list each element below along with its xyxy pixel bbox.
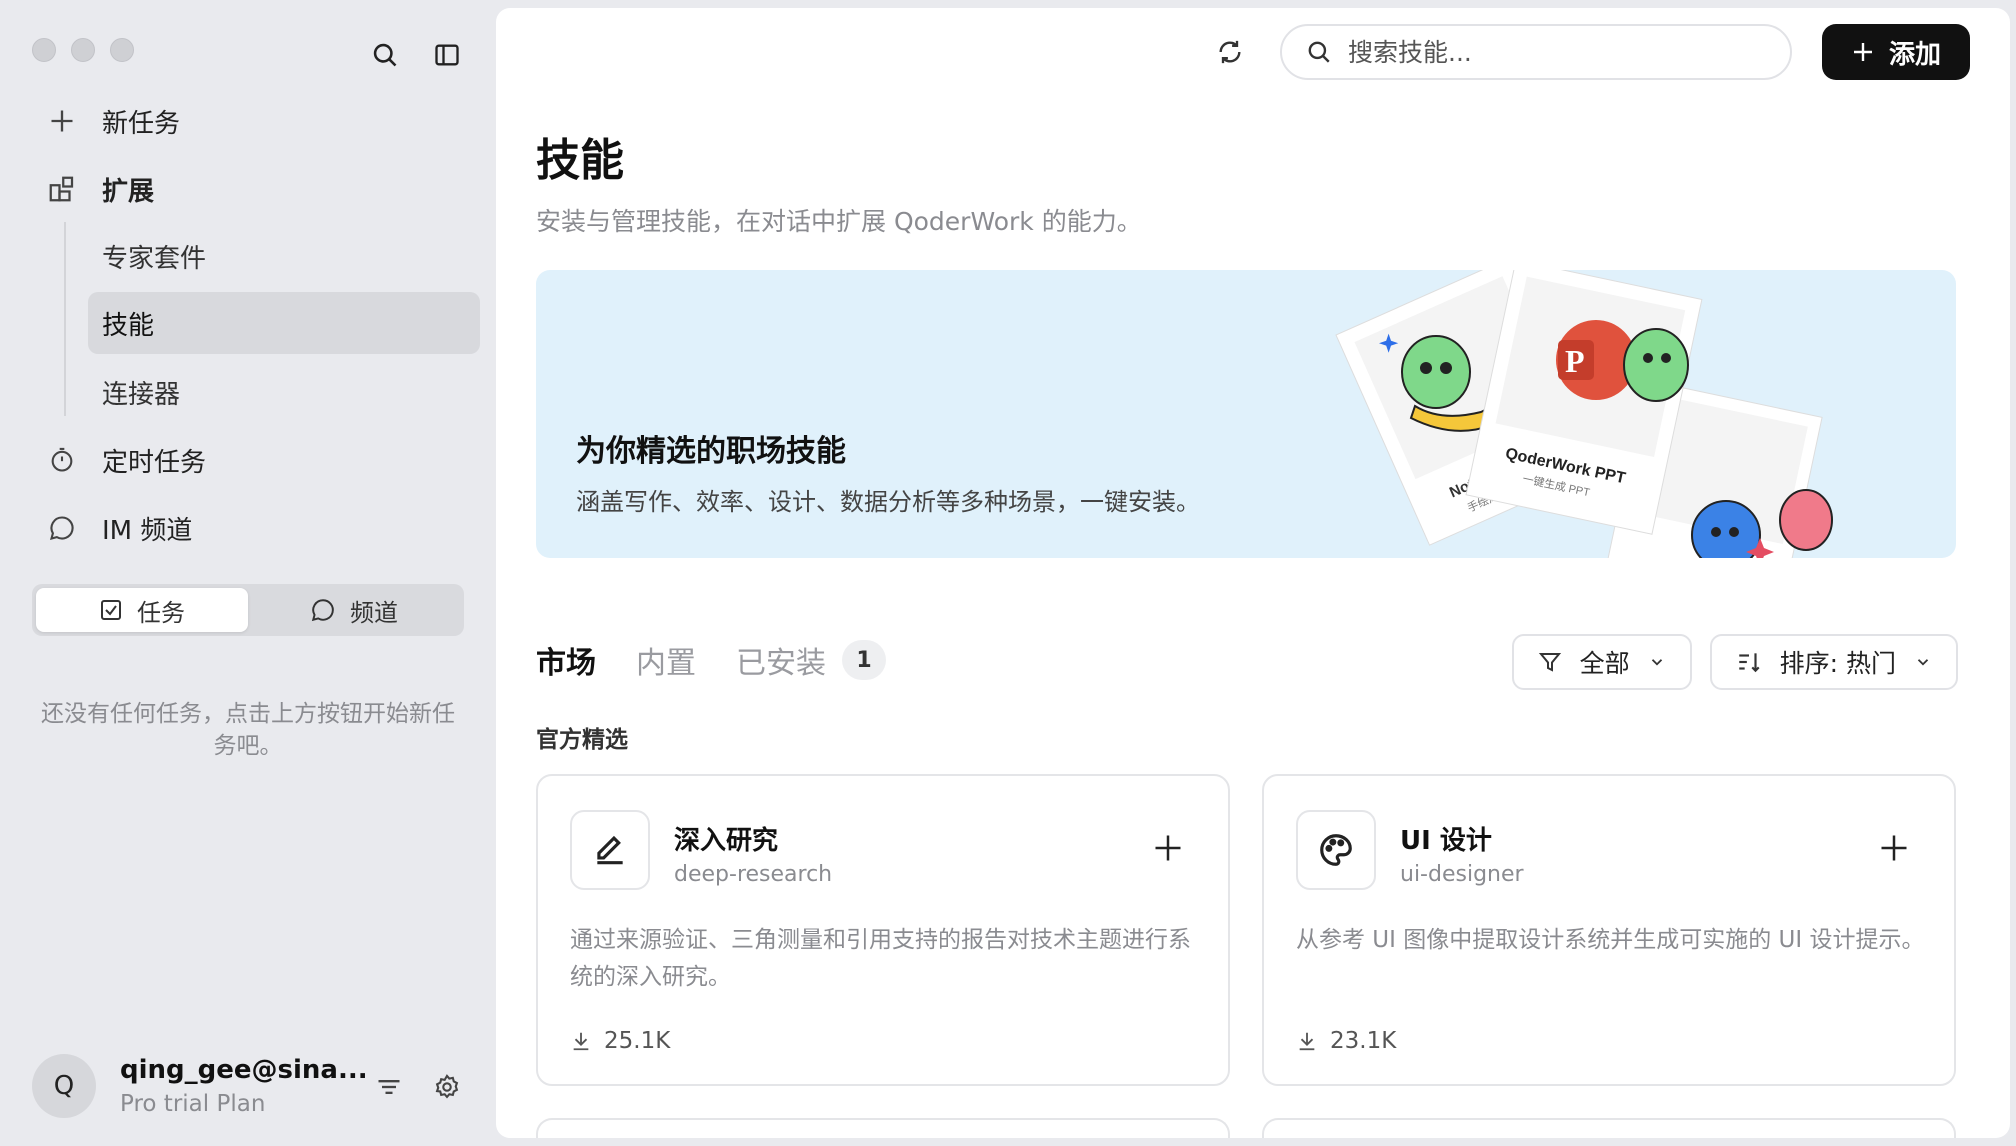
stopwatch-icon bbox=[44, 442, 80, 478]
install-skill-button[interactable] bbox=[1874, 828, 1914, 868]
avatar: Q bbox=[32, 1054, 96, 1118]
sort-label: 排序: 热门 bbox=[1779, 649, 1896, 678]
skill-slug: ui-designer bbox=[1400, 862, 1524, 887]
filter-lines-icon[interactable] bbox=[372, 1070, 406, 1104]
add-skill-label: 添加 bbox=[1888, 39, 1941, 70]
category-filter-dropdown[interactable]: 全部 bbox=[1511, 634, 1692, 690]
extensions-icon bbox=[44, 171, 80, 207]
skill-card-ui-designer[interactable]: UI 设计 ui-designer 从参考 UI 图像中提取设计系统并生成可实施… bbox=[1262, 774, 1956, 1086]
install-skill-button[interactable] bbox=[1148, 828, 1188, 868]
nav-scheduled[interactable]: 定时任务 bbox=[44, 431, 206, 489]
tab-builtin[interactable]: 内置 bbox=[636, 638, 696, 682]
skill-card-deep-research[interactable]: 深入研究 deep-research 通过来源验证、三角测量和引用支持的报告对技… bbox=[536, 774, 1230, 1086]
skill-description: 从参考 UI 图像中提取设计系统并生成可实施的 UI 设计提示。 bbox=[1296, 927, 1925, 953]
download-icon bbox=[573, 1032, 589, 1051]
top-bar: 添加 bbox=[1210, 24, 1970, 80]
empty-tasks-text: 还没有任何任务，点击上方按钮开始新任务吧。 bbox=[41, 701, 455, 759]
download-count: 23.1K bbox=[1296, 1028, 1396, 1054]
segment-channels[interactable]: 频道 bbox=[248, 588, 460, 632]
tab-market[interactable]: 市场 bbox=[536, 638, 596, 682]
sub-item-expert-kits[interactable]: 专家套件 bbox=[88, 225, 480, 287]
chevron-down-icon bbox=[1651, 659, 1662, 666]
download-count-value: 23.1K bbox=[1330, 1028, 1397, 1054]
skill-card-partial[interactable] bbox=[1262, 1118, 1956, 1138]
sort-icon bbox=[1738, 653, 1760, 673]
sub-item-skills[interactable]: 技能 bbox=[88, 292, 480, 354]
nav-scheduled-label: 定时任务 bbox=[102, 447, 207, 478]
featured-banner[interactable]: 为你精选的职场技能 涵盖写作、效率、设计、数据分析等多种场景，一键安装。 Not… bbox=[536, 270, 1956, 558]
main-panel: 添加 技能 安装与管理技能，在对话中扩展 QoderWork 的能力。 为你精选… bbox=[496, 8, 2010, 1138]
skill-tabs: 市场 内置 已安装 1 bbox=[536, 638, 886, 682]
sort-dropdown[interactable]: 排序: 热门 bbox=[1709, 634, 1958, 690]
search-icon bbox=[1308, 41, 1330, 63]
filter-controls: 全部 排序: 热门 bbox=[1511, 634, 1958, 690]
gear-icon[interactable] bbox=[430, 1070, 464, 1104]
search-icon[interactable] bbox=[368, 38, 402, 72]
nav-new-task-label: 新任务 bbox=[102, 108, 181, 139]
sub-item-label: 连接器 bbox=[102, 379, 181, 410]
banner-illustration: Notion 信息图 手绘风格信息图 QoderWork PPT 一键生成 PP… bbox=[1335, 270, 1833, 558]
skill-name: UI 设计 bbox=[1400, 826, 1492, 856]
user-plan: Pro trial Plan bbox=[120, 1091, 266, 1117]
plus-icon bbox=[1881, 835, 1907, 861]
segment-tasks-label: 任务 bbox=[137, 598, 185, 627]
app-window: 新任务 扩展 专家套件 技能 连接器 定时任务 IM 频道 任务 频道 还没有任… bbox=[0, 0, 2016, 1146]
task-channel-segment: 任务 频道 bbox=[32, 584, 464, 636]
pencil-icon bbox=[597, 835, 623, 865]
checkbox-icon bbox=[101, 600, 121, 620]
banner-title: 为你精选的职场技能 bbox=[576, 434, 846, 469]
nav-im-channels[interactable]: IM 频道 bbox=[44, 499, 192, 557]
funnel-icon bbox=[1538, 653, 1561, 672]
section-label-official: 官方精选 bbox=[536, 727, 628, 753]
skill-name: 深入研究 bbox=[674, 826, 779, 856]
sub-nav-line bbox=[64, 222, 66, 416]
plus-icon bbox=[1155, 835, 1181, 861]
page-subtitle: 安装与管理技能，在对话中扩展 QoderWork 的能力。 bbox=[536, 207, 1142, 236]
search-input[interactable] bbox=[1348, 37, 1748, 67]
chat-bubble-icon bbox=[44, 510, 80, 546]
palette-icon bbox=[1320, 834, 1352, 866]
category-filter-label: 全部 bbox=[1579, 649, 1630, 678]
skill-card-partial[interactable] bbox=[536, 1118, 1230, 1138]
page-title: 技能 bbox=[536, 135, 624, 186]
refresh-icon[interactable] bbox=[1210, 32, 1250, 72]
sidebar-toggle-icon[interactable] bbox=[430, 38, 464, 72]
close-window-button[interactable] bbox=[32, 38, 56, 62]
download-count: 25.1K bbox=[570, 1028, 670, 1054]
svg-text:P: P bbox=[1565, 343, 1585, 379]
maximize-window-button[interactable] bbox=[110, 38, 134, 62]
plus-icon bbox=[44, 103, 80, 139]
user-profile[interactable]: Q qing_gee@sina... Pro trial Plan bbox=[32, 1052, 472, 1120]
tab-installed[interactable]: 已安装 1 bbox=[736, 638, 886, 682]
nav-extensions-label: 扩展 bbox=[102, 176, 155, 207]
window-controls bbox=[32, 38, 134, 62]
sidebar-top-icons bbox=[368, 38, 464, 72]
sidebar: 新任务 扩展 专家套件 技能 连接器 定时任务 IM 频道 任务 频道 还没有任… bbox=[0, 0, 496, 1146]
skill-slug: deep-research bbox=[674, 862, 833, 887]
installed-count-badge: 1 bbox=[842, 640, 886, 680]
nav-new-task[interactable]: 新任务 bbox=[44, 92, 180, 150]
sub-item-connectors[interactable]: 连接器 bbox=[88, 361, 480, 423]
nav-extensions[interactable]: 扩展 bbox=[44, 160, 154, 218]
user-name: qing_gee@sina... bbox=[120, 1055, 368, 1085]
download-icon bbox=[1299, 1032, 1315, 1051]
chevron-down-icon bbox=[1917, 659, 1929, 666]
add-skill-button[interactable]: 添加 bbox=[1822, 24, 1970, 80]
skill-search-box[interactable] bbox=[1280, 24, 1792, 80]
plus-icon bbox=[1853, 43, 1872, 61]
nav-im-channels-label: IM 频道 bbox=[102, 515, 193, 546]
segment-channels-label: 频道 bbox=[350, 598, 398, 627]
sub-item-label: 技能 bbox=[102, 310, 155, 341]
segment-tasks[interactable]: 任务 bbox=[36, 588, 248, 632]
download-count-value: 25.1K bbox=[604, 1028, 671, 1054]
chat-bubble-icon bbox=[311, 599, 334, 622]
minimize-window-button[interactable] bbox=[71, 38, 95, 62]
skill-description: 通过来源验证、三角测量和引用支持的报告对技术主题进行系统的深入研究。 bbox=[570, 927, 1191, 990]
banner-subtitle: 涵盖写作、效率、设计、数据分析等多种场景，一键安装。 bbox=[576, 488, 1200, 516]
tab-installed-label: 已安装 bbox=[736, 646, 826, 681]
sub-item-label: 专家套件 bbox=[102, 243, 207, 274]
